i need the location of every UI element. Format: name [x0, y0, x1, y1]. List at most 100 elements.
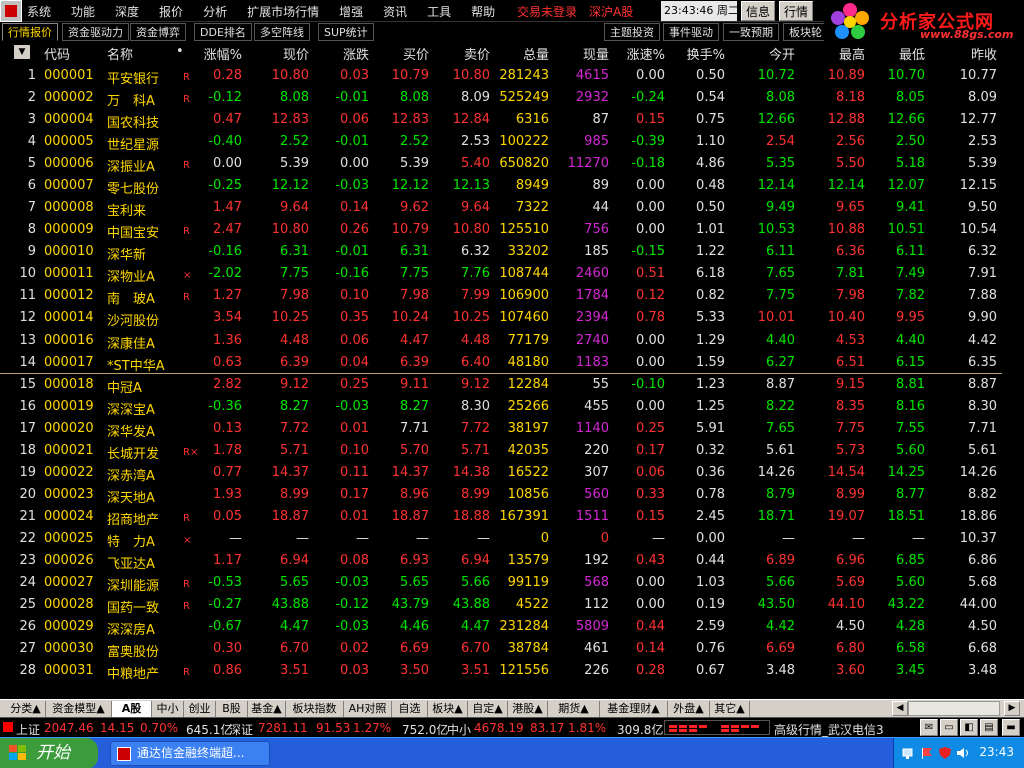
- layout-icon[interactable]: ▤: [980, 719, 998, 736]
- table-row[interactable]: 15 000018 中冠A 2.82 9.12 0.25 9.11 9.12 12284 55 -0…: [0, 375, 1002, 397]
- menu-help[interactable]: 帮助: [471, 3, 495, 20]
- flag-icon[interactable]: [920, 746, 934, 760]
- header-change[interactable]: 涨跌: [343, 44, 369, 63]
- header-high[interactable]: 最高: [839, 44, 865, 63]
- market-tab[interactable]: A股: [112, 701, 152, 717]
- table-row[interactable]: 17 000020 深华发A 0.13 7.72 0.01 7.71 7.72 38197 114…: [0, 419, 1002, 441]
- menu-enhance[interactable]: 增强: [339, 3, 363, 20]
- quote-button[interactable]: 行情: [779, 1, 813, 21]
- table-row[interactable]: 22 000025 特 力A × — — — — — 0 0 — 0.00 — — — 10.37: [0, 529, 1002, 551]
- menu-system[interactable]: 系统: [27, 3, 51, 20]
- tab-sector-rotation[interactable]: 板块轮: [783, 23, 828, 41]
- menu-tools[interactable]: 工具: [427, 3, 451, 20]
- header-current-volume[interactable]: 现量: [583, 44, 609, 63]
- menu-news[interactable]: 资讯: [383, 3, 407, 20]
- tab-event-driven[interactable]: 事件驱动: [663, 23, 719, 41]
- network-icon[interactable]: [902, 746, 916, 760]
- market-tab[interactable]: 中小: [152, 701, 184, 717]
- menu-analysis[interactable]: 分析: [203, 3, 227, 20]
- menu-function[interactable]: 功能: [71, 3, 95, 20]
- start-button[interactable]: 开始: [0, 738, 98, 768]
- header-bid[interactable]: 买价: [403, 44, 429, 63]
- table-row[interactable]: 21 000024 招商地产 R 0.05 18.87 0.01 18.87 18.88 1673…: [0, 507, 1002, 529]
- market-tab[interactable]: 自选: [392, 701, 428, 717]
- table-row[interactable]: 10 000011 深物业A × -2.02 7.75 -0.16 7.75 7.76 10874…: [0, 264, 1002, 286]
- table-row[interactable]: 25 000028 国药一致 R -0.27 43.88 -0.12 43.79 43.88 45…: [0, 595, 1002, 617]
- sort-toggle-button[interactable]: ▼: [14, 45, 30, 59]
- tab-fund-driver[interactable]: 资金驱动力: [62, 23, 129, 41]
- header-low[interactable]: 最低: [899, 44, 925, 63]
- table-row[interactable]: 24 000027 深圳能源 R -0.53 5.65 -0.03 5.65 5.66 99119…: [0, 573, 1002, 595]
- table-row[interactable]: 5 000006 深振业A R 0.00 5.39 0.00 5.39 5.40 650820 11…: [0, 154, 1002, 176]
- market-tab[interactable]: 期货▲: [548, 701, 600, 717]
- volume-icon[interactable]: [956, 746, 970, 760]
- server-name[interactable]: 高级行情_武汉电信3: [774, 721, 884, 738]
- table-row[interactable]: 6 000007 零七股份 -0.25 12.12 -0.03 12.12 12.13 8949…: [0, 176, 1002, 198]
- header-code[interactable]: 代码: [44, 44, 70, 63]
- table-row[interactable]: 23 000026 飞亚达A 1.17 6.94 0.08 6.93 6.94 13579 192…: [0, 551, 1002, 573]
- header-name[interactable]: 名称: [107, 44, 133, 63]
- market-tab[interactable]: 资金模型▲: [46, 701, 112, 717]
- tab-dde-rank[interactable]: DDE排名: [194, 23, 252, 41]
- sz-value[interactable]: 7281.11: [258, 721, 308, 735]
- market-tab[interactable]: 基金理财▲: [600, 701, 668, 717]
- tray-clock[interactable]: 23:43: [979, 745, 1014, 759]
- info-button[interactable]: 信息: [741, 1, 775, 21]
- header-volume[interactable]: 总量: [523, 44, 549, 63]
- window-icon[interactable]: ◧: [960, 719, 978, 736]
- table-row[interactable]: 8 000009 中国宝安 R 2.47 10.80 0.26 10.79 10.80 12551…: [0, 220, 1002, 242]
- tab-next-icon[interactable]: ▶: [1004, 701, 1020, 716]
- market-tab[interactable]: 自定▲: [468, 701, 508, 717]
- table-row[interactable]: 16 000019 深深宝A -0.36 8.27 -0.03 8.27 8.30 25266 4…: [0, 397, 1002, 419]
- tab-theme-invest[interactable]: 主题投资: [604, 23, 660, 41]
- table-row[interactable]: 13 000016 深康佳A 1.36 4.48 0.06 4.47 4.48 77179 274…: [0, 331, 1002, 353]
- table-row[interactable]: 12 000014 沙河股份 3.54 10.25 0.35 10.24 10.25 10746…: [0, 308, 1002, 330]
- table-row[interactable]: 27 000030 富奥股份 0.30 6.70 0.02 6.69 6.70 38784 461…: [0, 639, 1002, 661]
- sh-value[interactable]: 2047.46: [44, 721, 94, 735]
- header-prev-close[interactable]: 昨收: [971, 44, 997, 63]
- minimize-panel-icon[interactable]: ▬: [1002, 719, 1020, 736]
- market-tab[interactable]: 港股▲: [508, 701, 548, 717]
- table-row[interactable]: 4 000005 世纪星源 -0.40 2.52 -0.01 2.52 2.53 100222 9…: [0, 132, 1002, 154]
- header-price[interactable]: 现价: [283, 44, 309, 63]
- header-speed[interactable]: 涨速%: [627, 44, 665, 63]
- vertical-scroll-area[interactable]: [1002, 44, 1024, 699]
- table-row[interactable]: 18 000021 长城开发 R× 1.78 5.71 0.10 5.70 5.71 42035 2…: [0, 441, 1002, 463]
- header-open[interactable]: 今开: [769, 44, 795, 63]
- market-tab[interactable]: 分类▲: [6, 701, 46, 717]
- trade-login-status[interactable]: 交易未登录: [517, 5, 577, 19]
- menu-quote[interactable]: 报价: [159, 3, 183, 20]
- brand-url[interactable]: www.88gs.com: [920, 28, 1013, 41]
- market-tab[interactable]: 基金▲: [248, 701, 286, 717]
- table-row[interactable]: 3 000004 国农科技 0.47 12.83 0.06 12.83 12.84 6316 87…: [0, 110, 1002, 132]
- market-tab[interactable]: 板块▲: [428, 701, 468, 717]
- table-row[interactable]: 26 000029 深深房A -0.67 4.47 -0.03 4.46 4.47 231284…: [0, 617, 1002, 639]
- tab-sup-stats[interactable]: SUP统计: [318, 23, 374, 41]
- taskbar-app-item[interactable]: 通达信金融终端超...: [110, 741, 270, 766]
- tab-prev-icon[interactable]: ◀: [892, 701, 908, 716]
- header-turnover[interactable]: 换手%: [687, 44, 725, 63]
- menu-extended-market[interactable]: 扩展市场行情: [247, 3, 319, 20]
- header-change-pct[interactable]: 涨幅%: [204, 44, 242, 63]
- table-row[interactable]: 7 000008 宝利来 1.47 9.64 0.14 9.62 9.64 7322 44 0.00…: [0, 198, 1002, 220]
- table-row[interactable]: 1 000001 平安银行 R 0.28 10.80 0.03 10.79 10.80 28124…: [0, 66, 1002, 88]
- tab-fund-game[interactable]: 资金博弈: [130, 23, 186, 41]
- app-logo-icon[interactable]: [0, 0, 22, 22]
- tab-quote[interactable]: 行情报价: [2, 23, 58, 41]
- header-ask[interactable]: 卖价: [464, 44, 490, 63]
- table-row[interactable]: 20 000023 深天地A 1.93 8.99 0.17 8.96 8.99 10856 560…: [0, 485, 1002, 507]
- tab-consensus[interactable]: 一致预期: [723, 23, 779, 41]
- market-tab[interactable]: 外盘▲: [668, 701, 710, 717]
- market-tab[interactable]: 其它▲: [710, 701, 750, 717]
- keyboard-icon[interactable]: ▭: [940, 719, 958, 736]
- table-row[interactable]: 14 000017 *ST中华A 0.63 6.39 0.04 6.39 6.40 48180 1…: [0, 353, 1002, 375]
- table-row[interactable]: 2 000002 万 科A R -0.12 8.08 -0.01 8.08 8.09 525249…: [0, 88, 1002, 110]
- tab-long-short[interactable]: 多空阵线: [254, 23, 310, 41]
- table-row[interactable]: 28 000031 中粮地产 R 0.86 3.51 0.03 3.50 3.51 121556 2…: [0, 661, 1002, 683]
- table-row[interactable]: 19 000022 深赤湾A 0.77 14.37 0.11 14.37 14.38 16522…: [0, 463, 1002, 485]
- zx-value[interactable]: 4678.19: [474, 721, 524, 735]
- shield-icon[interactable]: [938, 746, 952, 760]
- horizontal-scrollbar[interactable]: [908, 701, 1000, 716]
- market-tab[interactable]: B股: [216, 701, 248, 717]
- table-row[interactable]: 9 000010 深华新 -0.16 6.31 -0.01 6.31 6.32 33202 185…: [0, 242, 1002, 264]
